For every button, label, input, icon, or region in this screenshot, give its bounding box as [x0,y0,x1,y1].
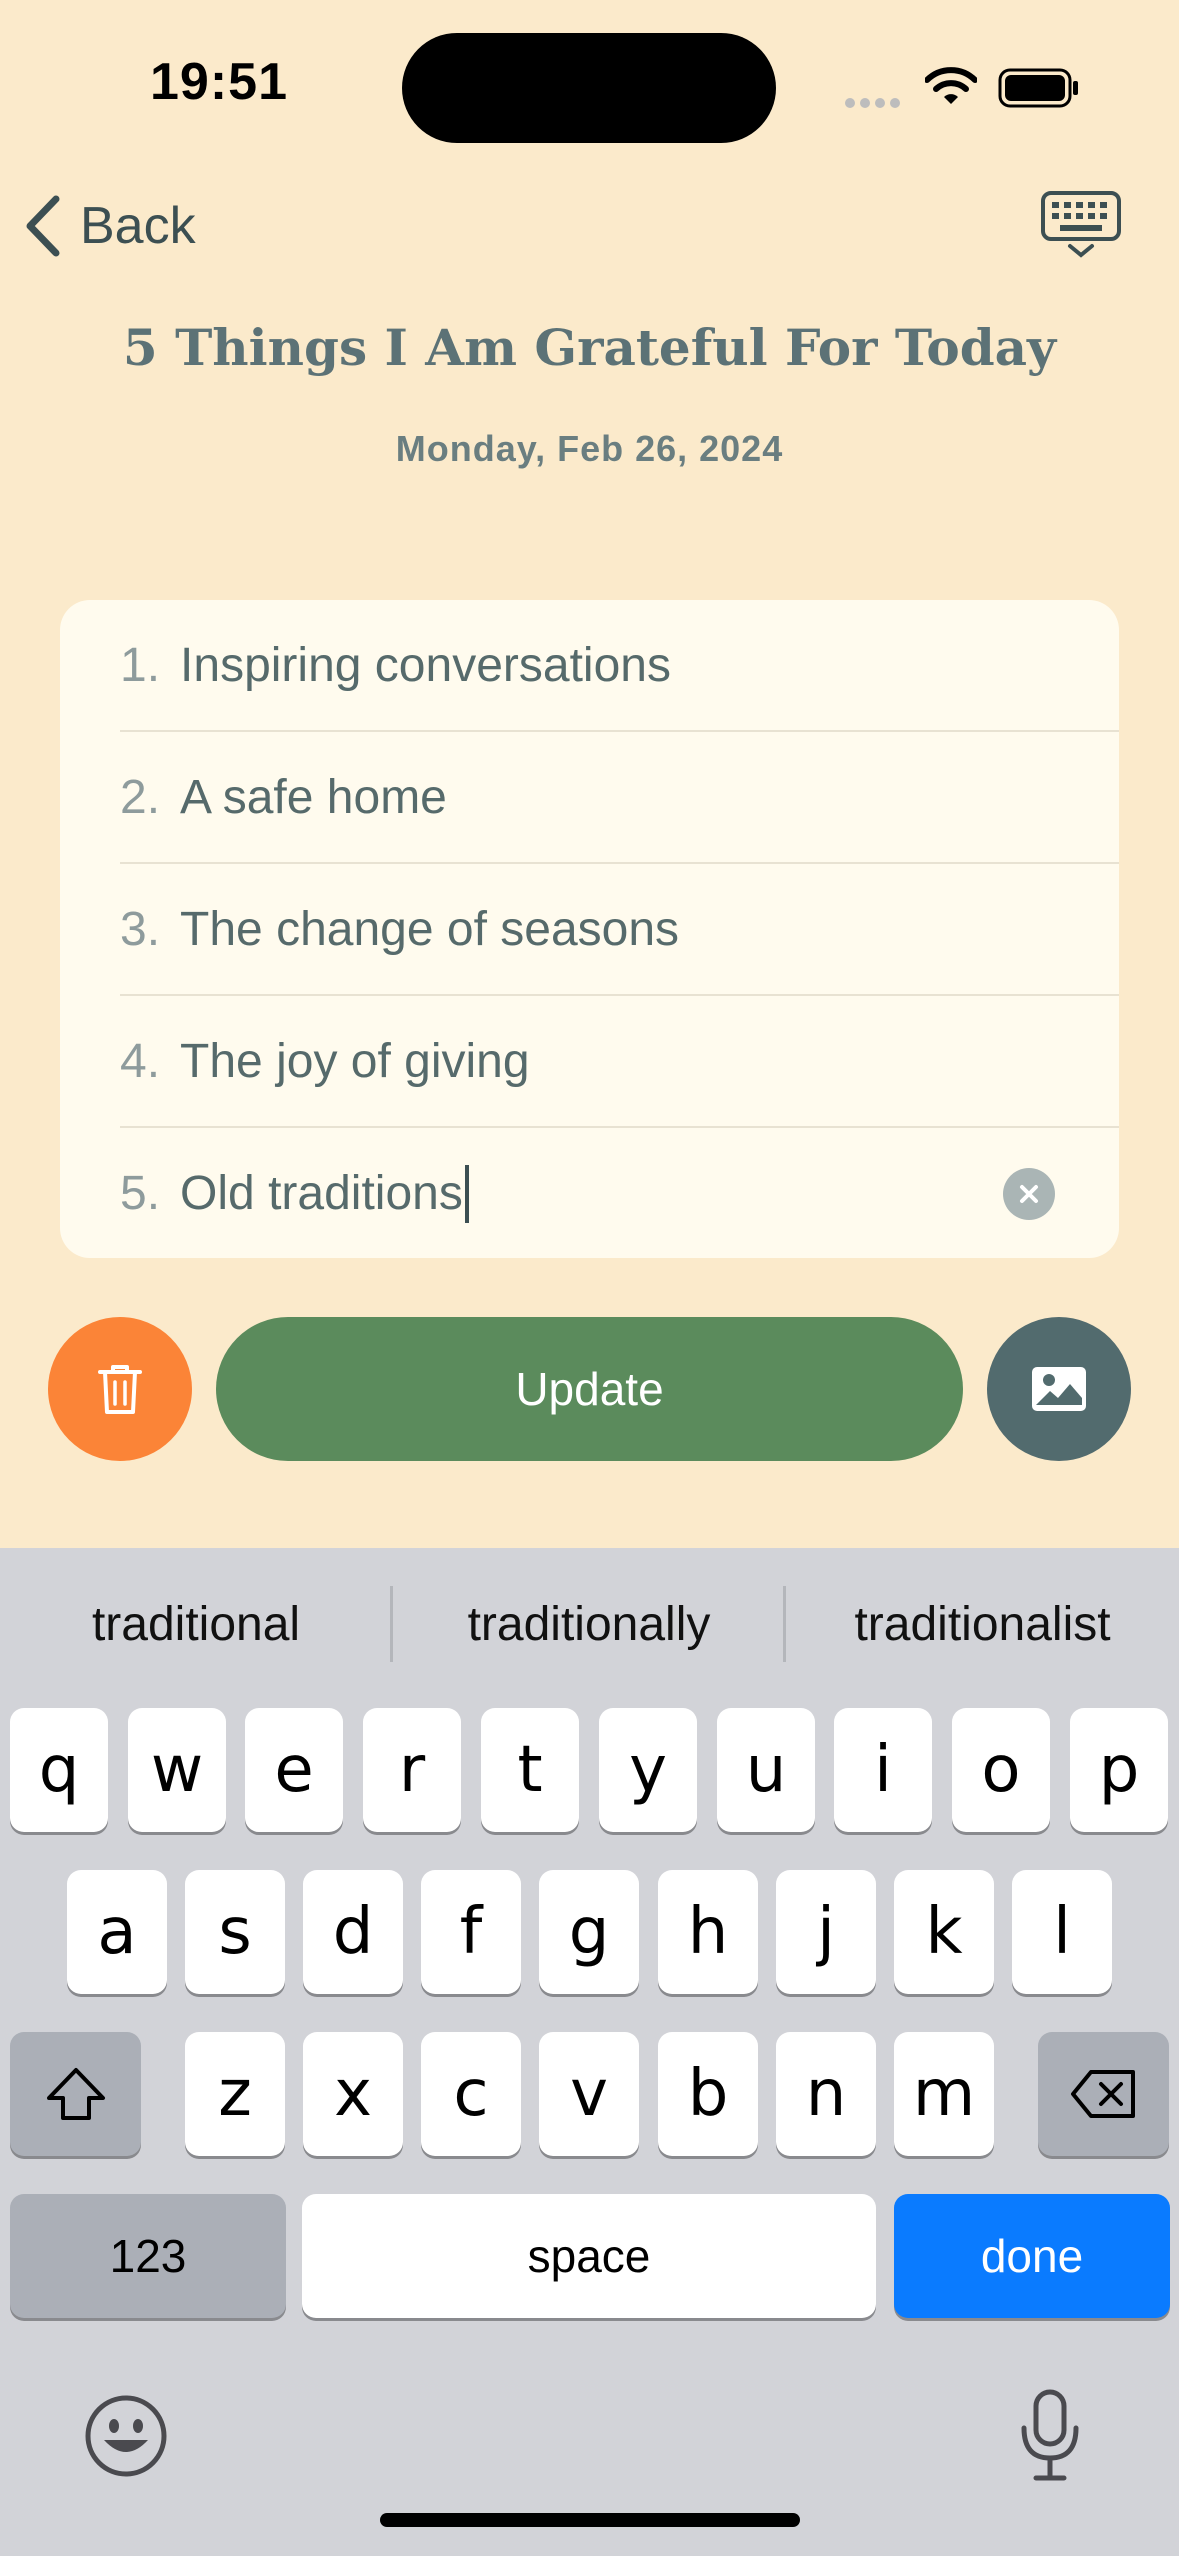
item-text: The change of seasons [180,903,680,956]
home-indicator[interactable] [380,2513,800,2527]
key-l[interactable]: l [1012,1870,1112,1994]
space-key[interactable]: space [302,2194,876,2318]
key-k[interactable]: k [894,1870,994,1994]
key-i[interactable]: i [834,1708,932,1832]
status-time: 19:51 [150,53,288,111]
entry-date: Monday, Feb 26, 2024 [395,428,784,469]
emoji-icon[interactable] [84,2394,168,2478]
shift-key[interactable] [10,2032,141,2156]
item-number: 3. [120,903,161,956]
key-d[interactable]: d [303,1870,403,1994]
gratitude-list-card: 1. Inspiring conversations 2. A safe hom… [60,600,1119,1258]
item-text: Old traditions [180,1167,463,1220]
key-f[interactable]: f [421,1870,521,1994]
key-j[interactable]: j [776,1870,876,1994]
text-cursor [464,1164,469,1223]
key-e[interactable]: e [245,1708,343,1832]
close-icon [1020,1184,1038,1203]
gratitude-item-3[interactable]: 3. The change of seasons [120,864,1119,995]
back-label: Back [80,197,196,255]
item-number: 5. [120,1167,161,1220]
key-v[interactable]: v [539,2032,639,2156]
microphone-icon[interactable] [1018,2388,1082,2484]
suggestion-3[interactable]: traditionalist [786,1548,1179,1700]
key-n[interactable]: n [776,2032,876,2156]
shift-icon [46,2068,105,2120]
key-h[interactable]: h [658,1870,758,1994]
delete-key[interactable] [1038,2032,1169,2156]
keyboard-dismiss-icon[interactable] [1040,190,1122,260]
chevron-left-icon [26,195,60,257]
cellular-signal-icon [845,95,905,113]
key-r[interactable]: r [363,1708,461,1832]
key-z[interactable]: z [185,2032,285,2156]
delete-button[interactable] [48,1317,192,1461]
key-g[interactable]: g [539,1870,639,1994]
key-s[interactable]: s [185,1870,285,1994]
suggestion-2[interactable]: traditionally [393,1548,785,1700]
key-b[interactable]: b [658,2032,758,2156]
backspace-icon [1070,2070,1135,2118]
item-text: The joy of giving [180,1035,530,1088]
item-number: 4. [120,1035,161,1088]
add-photo-button[interactable] [987,1317,1131,1461]
item-number: 2. [120,771,161,824]
suggestion-1[interactable]: traditional [0,1548,392,1700]
key-u[interactable]: u [717,1708,815,1832]
item-text: Inspiring conversations [180,639,671,692]
gratitude-item-2[interactable]: 2. A safe home [120,732,1119,863]
key-t[interactable]: t [481,1708,579,1832]
numbers-key[interactable]: 123 [10,2194,286,2318]
battery-icon [998,68,1078,108]
gratitude-item-4[interactable]: 4. The joy of giving [120,996,1119,1127]
item-number: 1. [120,639,161,692]
item-text: A safe home [180,771,447,824]
wifi-icon [925,67,977,104]
key-a[interactable]: a [67,1870,167,1994]
clear-text-button[interactable] [1003,1167,1055,1220]
gratitude-item-5-input[interactable]: 5. Old traditions [120,1128,1119,1258]
update-button[interactable]: Update [216,1317,963,1461]
key-x[interactable]: x [303,2032,403,2156]
done-key[interactable]: done [894,2194,1170,2318]
key-y[interactable]: y [599,1708,697,1832]
entry-title: 5 Things I Am Grateful For Today [122,318,1057,377]
key-m[interactable]: m [894,2032,994,2156]
key-c[interactable]: c [421,2032,521,2156]
trash-icon [98,1365,142,1414]
key-w[interactable]: w [128,1708,226,1832]
key-q[interactable]: q [10,1708,108,1832]
keyboard: traditional traditionally traditionalist… [0,1548,1179,2556]
gratitude-item-1[interactable]: 1. Inspiring conversations [120,600,1119,731]
key-p[interactable]: p [1070,1708,1168,1832]
photo-icon [1032,1367,1086,1411]
dynamic-island [402,33,776,143]
back-button[interactable]: Back [22,190,196,262]
key-o[interactable]: o [952,1708,1050,1832]
